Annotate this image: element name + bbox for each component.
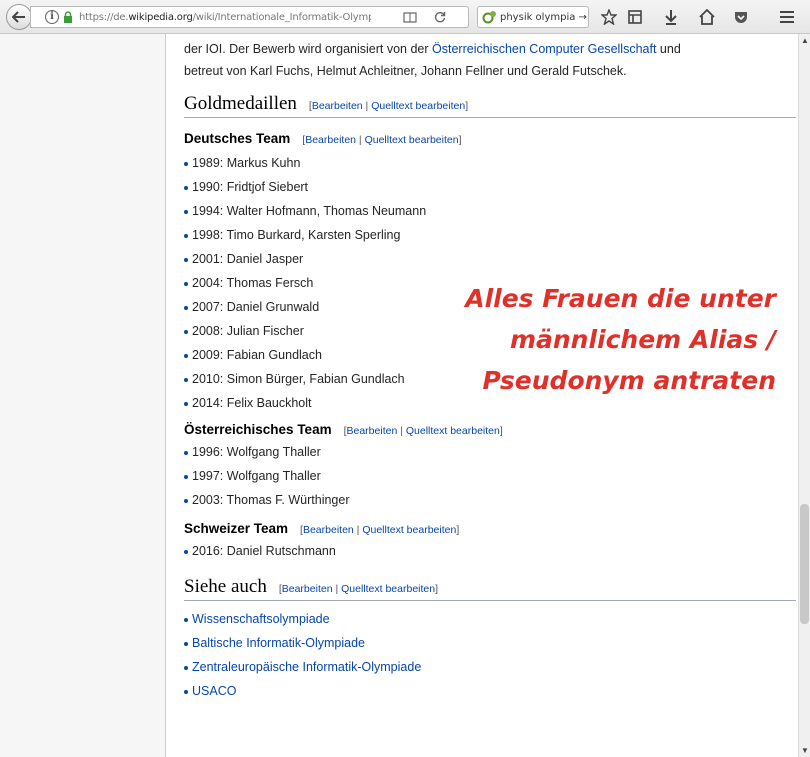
- lock-icon: [64, 11, 72, 23]
- pocket-icon[interactable]: [730, 7, 752, 27]
- edit-source-link[interactable]: Quelltext bearbeiten: [341, 583, 435, 595]
- annotation-line: männlichem Alias /: [509, 325, 776, 354]
- url-bar[interactable]: i https://de.wikipedia.org/wiki/Internat…: [30, 6, 469, 28]
- download-icon[interactable]: [660, 7, 682, 27]
- edit-links: [Bearbeiten | Quelltext bearbeiten]: [302, 134, 462, 146]
- list-item: Zentraleuropäische Informatik-Olympiade: [184, 655, 796, 679]
- library-icon[interactable]: [624, 7, 646, 27]
- heading-text: Deutsches Team: [184, 131, 291, 146]
- ocg-link[interactable]: Österreichischen Computer Gesellschaft: [432, 42, 656, 56]
- heading-goldmedaillen: Goldmedaillen [Bearbeiten | Quelltext bea…: [184, 93, 796, 118]
- home-icon[interactable]: [696, 7, 718, 27]
- list-item: 1994: Walter Hofmann, Thomas Neumann: [184, 199, 796, 223]
- list-schweizer-team: 2016: Daniel Rutschmann: [184, 539, 796, 563]
- heading-text: Schweizer Team: [184, 521, 289, 536]
- vertical-scrollbar[interactable]: ▲ ▼: [798, 34, 810, 757]
- menu-icon[interactable]: [776, 7, 798, 27]
- list-item: 1998: Timo Burkard, Karsten Sperling: [184, 223, 796, 247]
- back-arrow-icon: [12, 11, 25, 23]
- see-also-link[interactable]: Zentraleuropäische Informatik-Olympiade: [192, 660, 421, 674]
- intro-paragraph: der IOI. Der Bewerb wird organisiert von…: [184, 38, 796, 82]
- list-item: Wissenschaftsolympiade: [184, 607, 796, 631]
- site-info-icon[interactable]: i: [45, 10, 59, 24]
- edit-link[interactable]: Bearbeiten: [305, 134, 356, 146]
- heading-oesterreichisches-team: Österreichisches Team [Bearbeiten | Quell…: [184, 422, 796, 437]
- list-siehe-auch: Wissenschaftsolympiade Baltische Informa…: [184, 607, 796, 703]
- annotation-line: Alles Frauen die unter: [465, 284, 776, 313]
- edit-source-link[interactable]: Quelltext bearbeiten: [365, 134, 459, 146]
- reload-icon[interactable]: [429, 8, 451, 26]
- list-item: Baltische Informatik-Olympiade: [184, 631, 796, 655]
- edit-source-link[interactable]: Quelltext bearbeiten: [406, 425, 500, 437]
- scroll-down-icon[interactable]: ▼: [801, 746, 809, 755]
- red-annotation: Alles Frauen die unter männlichem Alias …: [436, 278, 776, 401]
- see-also-link[interactable]: USACO: [192, 684, 236, 698]
- reader-view-icon[interactable]: [399, 8, 421, 26]
- search-engine-icon: [482, 11, 496, 24]
- heading-text: Österreichisches Team: [184, 422, 332, 437]
- list-item: USACO: [184, 679, 796, 703]
- edit-links: [Bearbeiten | Quelltext bearbeiten]: [300, 524, 460, 536]
- edit-source-link[interactable]: Quelltext bearbeiten: [362, 524, 456, 536]
- heading-schweizer-team: Schweizer Team [Bearbeiten | Quelltext be…: [184, 521, 796, 536]
- heading-deutsches-team: Deutsches Team [Bearbeiten | Quelltext be…: [184, 131, 796, 146]
- list-item: 2001: Daniel Jasper: [184, 247, 796, 271]
- sidebar-gutter: [0, 34, 166, 757]
- list-item: 1990: Fridtjof Siebert: [184, 175, 796, 199]
- bookmark-star-icon[interactable]: [598, 7, 620, 27]
- search-text: physik olympia →: [500, 11, 587, 23]
- list-item: 1996: Wolfgang Thaller: [184, 440, 796, 464]
- browser-toolbar: i https://de.wikipedia.org/wiki/Internat…: [0, 0, 810, 34]
- scroll-up-icon[interactable]: ▲: [801, 36, 809, 45]
- back-button[interactable]: [6, 4, 32, 30]
- edit-link[interactable]: Bearbeiten: [303, 524, 354, 536]
- intro-text-2: betreut von Karl Fuchs, Helmut Achleitne…: [184, 64, 627, 78]
- annotation-line: Pseudonym antraten: [482, 366, 776, 395]
- list-oesterreichisches-team: 1996: Wolfgang Thaller 1997: Wolfgang Th…: [184, 440, 796, 512]
- intro-text: der IOI. Der Bewerb wird organisiert von…: [184, 42, 433, 56]
- see-also-link[interactable]: Baltische Informatik-Olympiade: [192, 636, 365, 650]
- edit-source-link[interactable]: Quelltext bearbeiten: [371, 100, 465, 112]
- list-item: 1997: Wolfgang Thaller: [184, 464, 796, 488]
- search-bar[interactable]: physik olympia →: [477, 6, 589, 28]
- edit-link[interactable]: Bearbeiten: [312, 100, 363, 112]
- heading-siehe-auch: Siehe auch [Bearbeiten | Quelltext bearbe…: [184, 576, 796, 601]
- url-text[interactable]: https://de.wikipedia.org/wiki/Internatio…: [79, 12, 371, 23]
- edit-links: [Bearbeiten | Quelltext bearbeiten]: [343, 425, 503, 437]
- list-item: 2003: Thomas F. Würthinger: [184, 488, 796, 512]
- edit-link[interactable]: Bearbeiten: [347, 425, 398, 437]
- heading-text: Goldmedaillen: [184, 93, 297, 114]
- heading-text: Siehe auch: [184, 576, 267, 597]
- intro-text-end: und: [656, 42, 681, 56]
- edit-link[interactable]: Bearbeiten: [282, 583, 333, 595]
- edit-links: [Bearbeiten | Quelltext bearbeiten]: [278, 583, 439, 595]
- list-item: 2016: Daniel Rutschmann: [184, 539, 796, 563]
- scroll-thumb[interactable]: [800, 504, 809, 624]
- see-also-link[interactable]: Wissenschaftsolympiade: [192, 612, 330, 626]
- list-item: 1989: Markus Kuhn: [184, 151, 796, 175]
- edit-links: [Bearbeiten | Quelltext bearbeiten]: [308, 100, 469, 112]
